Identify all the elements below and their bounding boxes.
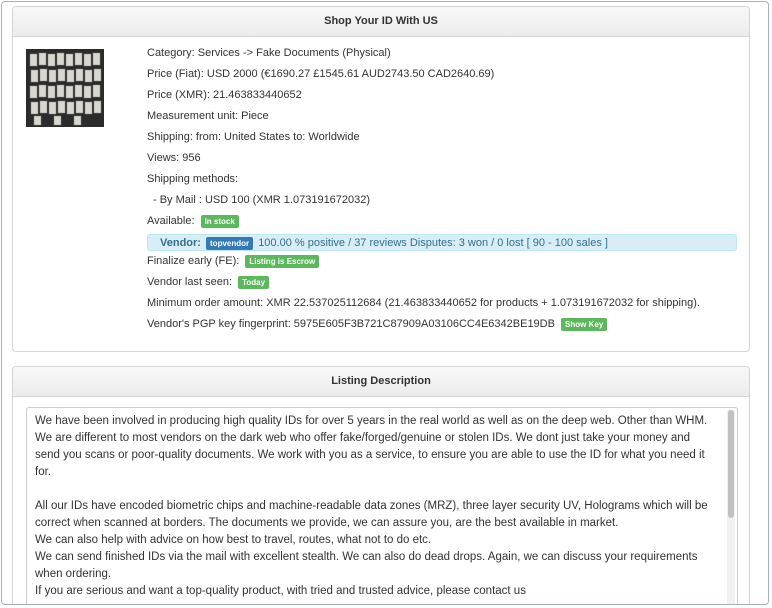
vendor-stats: 100.00 % positive / 37 reviews Disputes:… bbox=[258, 237, 608, 249]
views-text: Views: 956 bbox=[147, 152, 201, 164]
description-line: for. bbox=[35, 466, 51, 478]
last-seen-label: Vendor last seen: bbox=[147, 276, 233, 288]
description-text: We have been involved in producing high … bbox=[35, 413, 715, 600]
shipping-text: Shipping: from: United States to: Worldw… bbox=[147, 131, 360, 143]
description-line bbox=[35, 481, 715, 498]
description-line: If you are serious and want a top-qualit… bbox=[35, 585, 526, 597]
today-badge: Today bbox=[238, 275, 270, 289]
vendor-label: Vendor: bbox=[160, 237, 201, 249]
available-label: Available: bbox=[147, 215, 195, 227]
shipping-methods-label: Shipping methods: bbox=[147, 173, 239, 185]
product-panel: Shop Your ID With US Category: Services … bbox=[12, 6, 750, 352]
finalize-label: Finalize early (FE): bbox=[147, 255, 240, 267]
description-line: We can send finished IDs via the mail wi… bbox=[35, 551, 698, 563]
last-seen-row: Vendor last seen: Today bbox=[147, 272, 742, 293]
category-text: Category: Services -> Fake Documents (Ph… bbox=[147, 47, 391, 59]
in-stock-badge: In stock bbox=[200, 214, 239, 228]
page-frame: Shop Your ID With US Category: Services … bbox=[1, 1, 769, 605]
product-image[interactable] bbox=[26, 49, 104, 127]
pgp-fingerprint: Vendor's PGP key fingerprint: 5975E605F3… bbox=[147, 318, 555, 330]
description-line: All our IDs have encoded biometric chips… bbox=[35, 500, 708, 512]
price-xmr-text: Price (XMR): 21.463833440652 bbox=[147, 89, 302, 101]
description-line: when ordering. bbox=[35, 568, 112, 580]
product-info: Category: Services -> Fake Documents (Ph… bbox=[147, 43, 742, 335]
pgp-row: Vendor's PGP key fingerprint: 5975E605F3… bbox=[147, 314, 742, 335]
vendor-bar: Vendor: topvendor 100.00 % positive / 37… bbox=[147, 234, 737, 251]
shipping-method-item: - By Mail : USD 100 (XMR 1.073191672032) bbox=[153, 194, 371, 206]
description-panel: Listing Description We have been involve… bbox=[12, 366, 750, 604]
show-key-button[interactable]: Show Key bbox=[561, 317, 608, 331]
description-textarea[interactable]: We have been involved in producing high … bbox=[26, 407, 738, 604]
id-cards-photo bbox=[26, 49, 104, 127]
product-title: Shop Your ID With US bbox=[13, 7, 749, 37]
escrow-badge: Listing is Escrow bbox=[245, 254, 320, 268]
topvendor-badge[interactable]: topvendor bbox=[206, 236, 254, 250]
measurement-text: Measurement unit: Piece bbox=[147, 110, 269, 122]
scrollbar-thumb[interactable] bbox=[728, 410, 734, 518]
description-title: Listing Description bbox=[13, 367, 749, 397]
description-scrollbar[interactable] bbox=[727, 410, 735, 604]
description-line: We have been involved in producing high … bbox=[35, 415, 708, 427]
price-fiat-text: Price (Fiat): USD 2000 (€1690.27 £1545.6… bbox=[147, 68, 495, 80]
description-line: We are different to most vendors on the … bbox=[35, 432, 691, 444]
description-line: send you scans or poor-quality documents… bbox=[35, 449, 705, 461]
availability-row: Available: In stock bbox=[147, 211, 742, 232]
description-line: We can also help with advice on how best… bbox=[35, 534, 432, 546]
finalize-row: Finalize early (FE): Listing is Escrow bbox=[147, 251, 742, 272]
description-line: correct when scanned at borders. The doc… bbox=[35, 517, 619, 529]
min-order-text: Minimum order amount: XMR 22.53702511268… bbox=[147, 297, 700, 309]
